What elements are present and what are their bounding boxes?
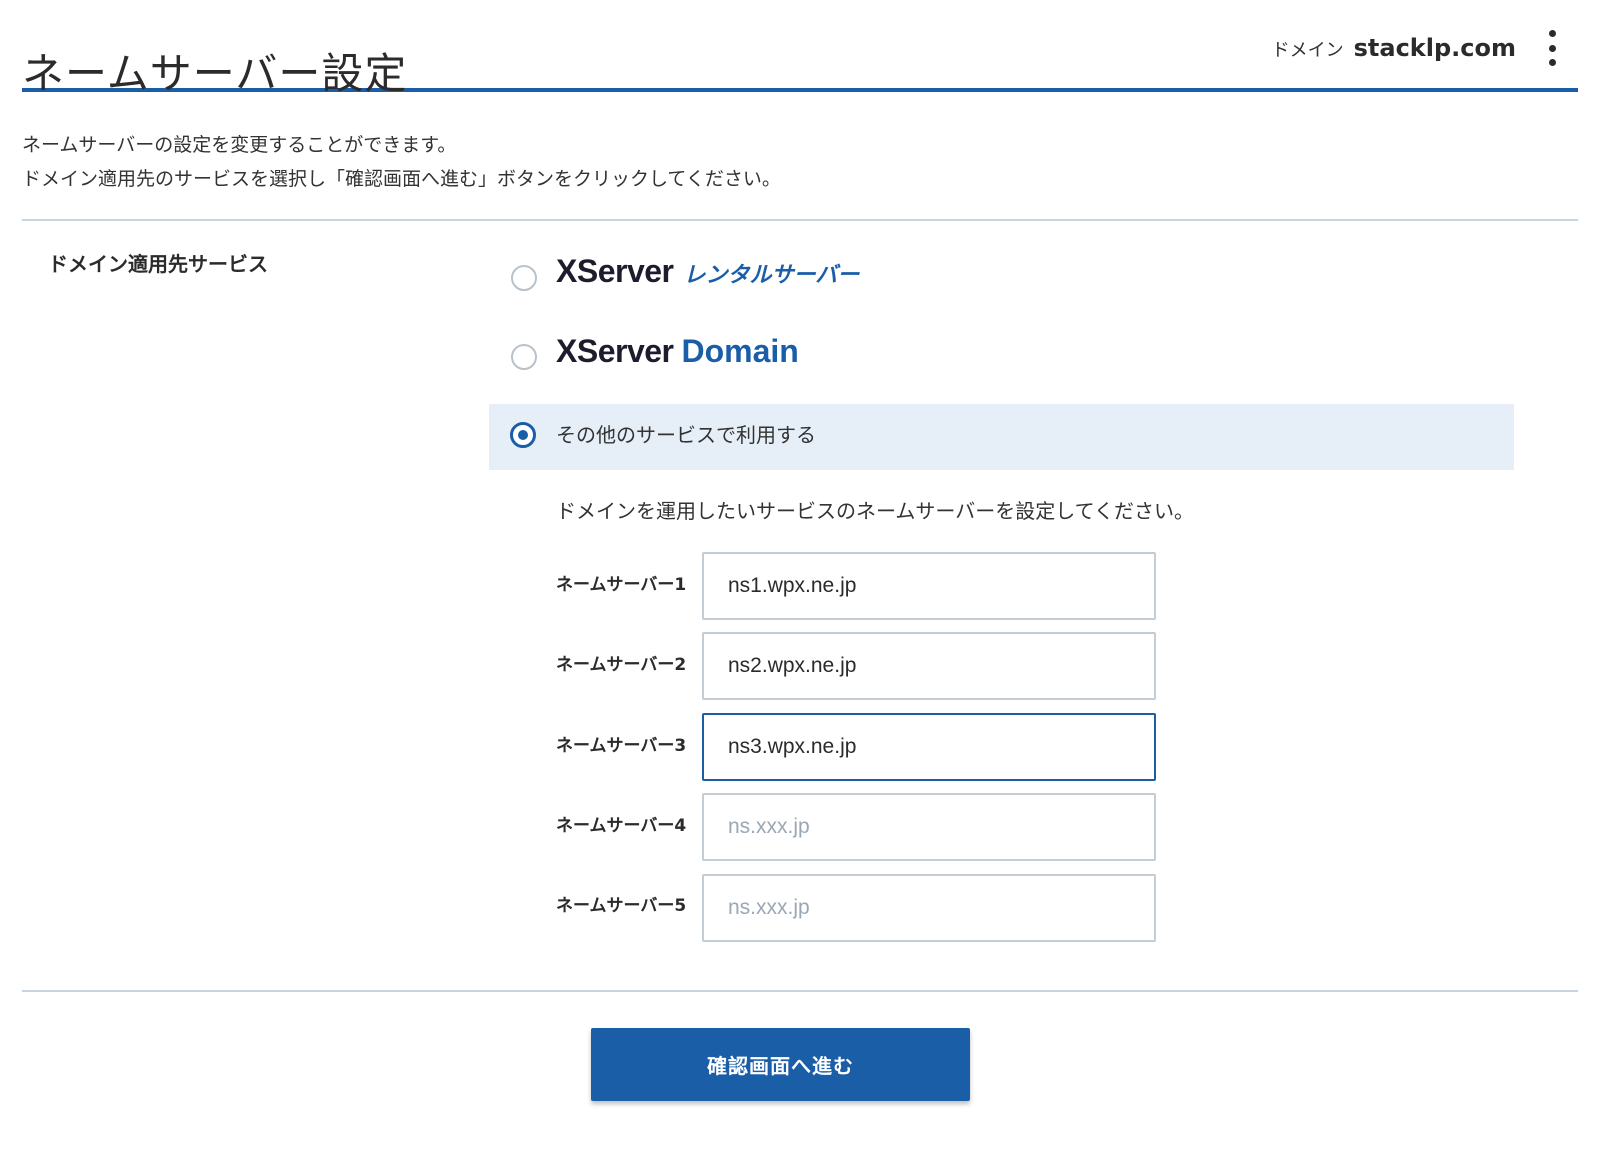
service-section-label: ドメイン適用先サービス bbox=[48, 252, 268, 276]
nameserver-2-input[interactable] bbox=[702, 632, 1156, 700]
intro-line-2: ドメイン適用先のサービスを選択し「確認画面へ進む」ボタンをクリックしてください。 bbox=[22, 168, 781, 190]
page-header: ネームサーバー設定 ドメイン stacklp.com bbox=[22, 0, 1578, 98]
nameserver-3-label: ネームサーバー3 bbox=[556, 736, 687, 756]
nameserver-1-label: ネームサーバー1 bbox=[556, 575, 687, 595]
intro-line-1: ネームサーバーの設定を変更することができます。 bbox=[22, 134, 457, 156]
kebab-dot bbox=[1548, 30, 1556, 37]
xserver-logo-main: XServer bbox=[556, 253, 674, 289]
nameserver-1-input[interactable] bbox=[702, 552, 1156, 620]
domain-info: ドメイン stacklp.com bbox=[1272, 34, 1516, 66]
radio-xserver-rental[interactable] bbox=[511, 265, 537, 291]
xserver-logo-rental: レンタルサーバー bbox=[683, 262, 860, 287]
option-other-label: その他のサービスで利用する bbox=[556, 423, 816, 447]
domain-label: ドメイン bbox=[1271, 40, 1344, 61]
divider-top bbox=[22, 219, 1578, 221]
kebab-dot bbox=[1548, 59, 1556, 66]
nameserver-5-input[interactable] bbox=[702, 874, 1156, 942]
nameserver-5-label: ネームサーバー5 bbox=[556, 896, 687, 916]
confirm-screen-button[interactable]: 確認画面へ進む bbox=[591, 1028, 970, 1101]
intro-text: ネームサーバーの設定を変更することができます。 ドメイン適用先のサービスを選択し… bbox=[22, 128, 781, 196]
kebab-dot bbox=[1548, 44, 1556, 52]
page-title: ネームサーバー設定 bbox=[22, 49, 408, 99]
more-vertical-icon[interactable] bbox=[1542, 30, 1562, 66]
radio-xserver-domain[interactable] bbox=[511, 344, 537, 370]
nameserver-2-label: ネームサーバー2 bbox=[556, 655, 687, 675]
domain-name: stacklp.com bbox=[1353, 34, 1516, 62]
xserver-logo-domain: Domain bbox=[681, 333, 799, 369]
divider-bottom bbox=[22, 990, 1578, 992]
nameserver-instruction: ドメインを運用したいサービスのネームサーバーを設定してください。 bbox=[556, 499, 1194, 523]
nameserver-4-input[interactable] bbox=[702, 793, 1156, 861]
xserver-logo-main: XServer bbox=[556, 333, 674, 369]
nameserver-3-input[interactable] bbox=[702, 713, 1156, 781]
xserver-rental-logo[interactable]: XServer レンタルサーバー bbox=[556, 253, 859, 290]
xserver-domain-logo[interactable]: XServer Domain bbox=[556, 333, 799, 370]
radio-other-services[interactable] bbox=[510, 422, 536, 448]
nameserver-4-label: ネームサーバー4 bbox=[556, 816, 687, 836]
